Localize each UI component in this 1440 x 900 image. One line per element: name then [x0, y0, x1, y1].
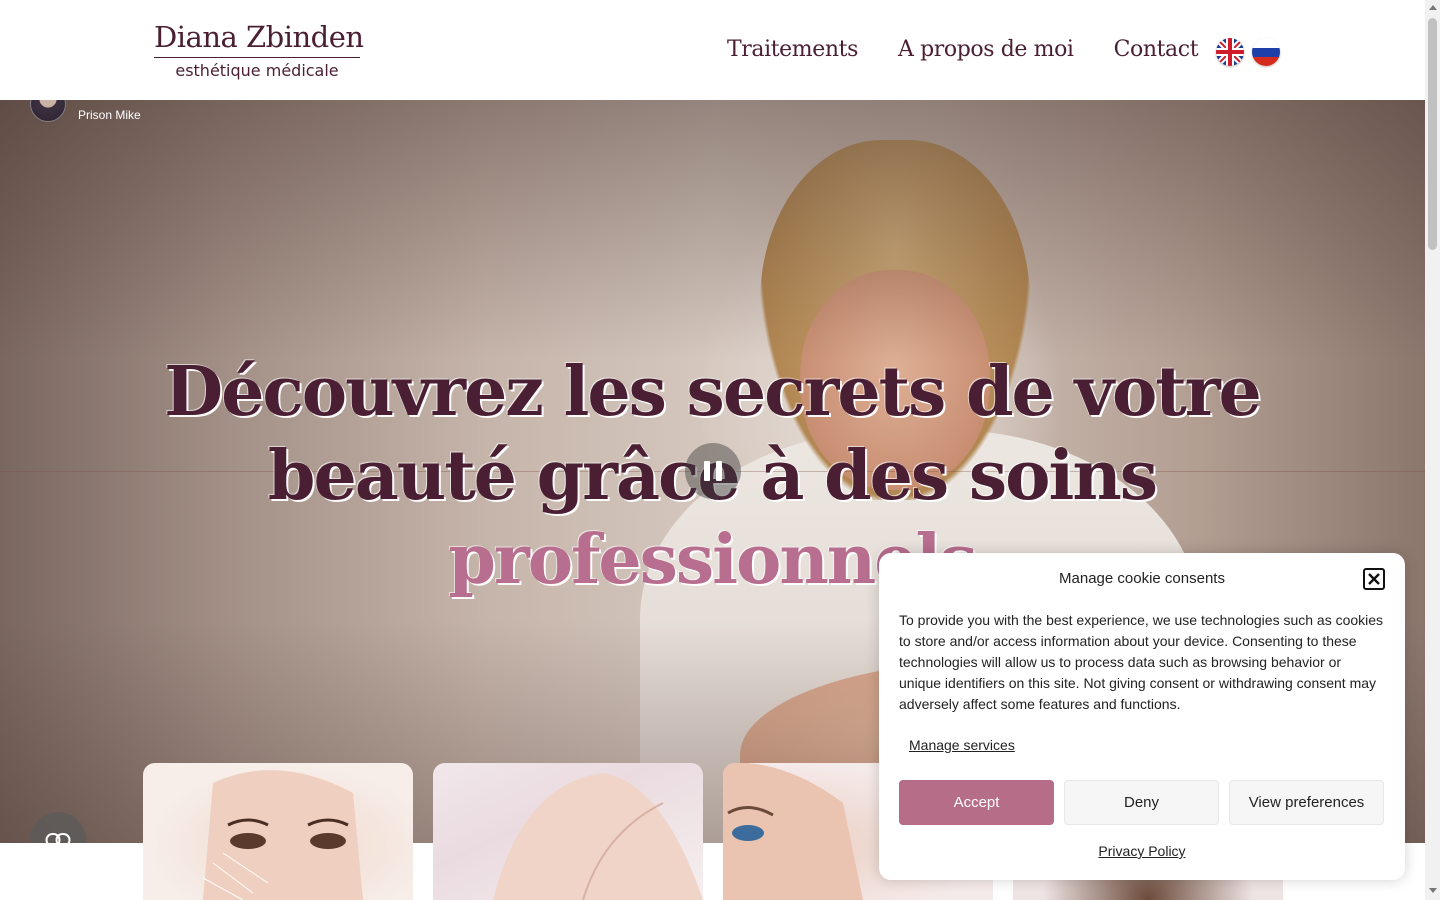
site-logo[interactable]: Diana Zbinden esthétique médicale [154, 18, 364, 82]
cookie-consent-dialog: Manage cookie consents To provide you wi… [879, 553, 1405, 880]
uk-flag-icon[interactable] [1216, 38, 1244, 66]
scrollbar-thumb[interactable] [1428, 18, 1437, 250]
logo-tagline: esthétique médicale [175, 61, 339, 80]
scroll-up-icon[interactable] [1429, 5, 1437, 10]
site-header: Diana Zbinden esthétique médicale Traite… [0, 0, 1425, 100]
logo-name: Diana Zbinden [154, 18, 364, 58]
treatment-card-face[interactable] [143, 763, 413, 900]
russia-flag-icon[interactable] [1252, 38, 1280, 66]
cookie-buttons: Accept Deny View preferences [899, 780, 1384, 825]
nav-link-traitements[interactable]: Traitements [727, 34, 858, 66]
scroll-down-icon[interactable] [1429, 888, 1437, 893]
close-icon[interactable] [1363, 568, 1385, 590]
nav-link-contact[interactable]: Contact [1114, 34, 1199, 66]
deny-button[interactable]: Deny [1064, 780, 1219, 825]
video-channel-info[interactable]: Prison Mike [30, 100, 141, 122]
nav-link-a-propos[interactable]: A propos de moi [898, 34, 1074, 66]
treatment-card-legs[interactable] [433, 763, 703, 900]
channel-subtitle: Prison Mike [78, 108, 141, 122]
channel-avatar [30, 100, 66, 122]
privacy-policy-link[interactable]: Privacy Policy [879, 843, 1405, 859]
language-switcher [1216, 38, 1280, 66]
cookie-description: To provide you with the best experience,… [899, 612, 1384, 712]
pause-icon[interactable] [685, 443, 741, 499]
accept-button[interactable]: Accept [899, 780, 1054, 825]
view-preferences-button[interactable]: View preferences [1229, 780, 1384, 825]
headline-line-1: Découvrez les secrets de votre [164, 352, 1262, 432]
page-scrollbar[interactable] [1425, 0, 1440, 900]
main-nav: Traitements A propos de moi Contact [727, 34, 1199, 66]
manage-services-link[interactable]: Manage services [909, 737, 1015, 753]
cookie-title: Manage cookie consents [1059, 570, 1225, 587]
